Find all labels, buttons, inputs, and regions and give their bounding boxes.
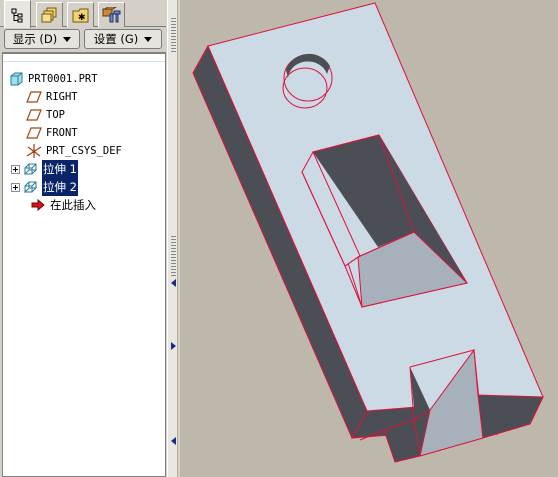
insert-here-arrow-icon bbox=[29, 197, 47, 213]
model-tree[interactable]: PRT0001.PRT RIGHT TOP FRONT PRT_CSYS_DEF… bbox=[2, 52, 166, 477]
model-viewport[interactable] bbox=[180, 0, 558, 477]
tree-item-csys[interactable]: PRT_CSYS_DEF bbox=[7, 142, 165, 160]
tree-header-divider bbox=[3, 61, 165, 62]
datum-plane-icon bbox=[25, 107, 43, 123]
favorites-icon: ✱ bbox=[72, 8, 88, 23]
chevron-down-icon bbox=[144, 36, 153, 42]
tab-folder-browser[interactable] bbox=[36, 2, 63, 27]
collapse-left-icon[interactable] bbox=[169, 436, 178, 445]
settings-menu-button[interactable]: 设置 (G) bbox=[84, 29, 162, 49]
expand-right-icon[interactable] bbox=[169, 341, 178, 350]
grip-dots-icon bbox=[171, 236, 176, 276]
model-tree-panel: ✱ 显示 (D) 设置 (G) PRT0001.PRT RIGHT TOP FR… bbox=[0, 0, 166, 477]
chevron-down-icon bbox=[63, 36, 72, 42]
datum-plane-icon bbox=[25, 89, 43, 105]
model-tree-icon bbox=[11, 8, 22, 22]
tree-item-label: 在此插入 bbox=[50, 198, 96, 212]
tree-item-label: 拉伸 1 bbox=[42, 160, 78, 178]
tree-root[interactable]: PRT0001.PRT bbox=[7, 70, 165, 88]
extrude-icon bbox=[22, 179, 40, 195]
tree-item-front[interactable]: FRONT bbox=[7, 124, 165, 142]
tree-item-right[interactable]: RIGHT bbox=[7, 88, 165, 106]
tree-item-label: PRT_CSYS_DEF bbox=[46, 145, 122, 157]
extrude-icon bbox=[22, 161, 40, 177]
show-menu-label: 显示 (D) bbox=[12, 32, 58, 46]
splitter-scrollbar[interactable] bbox=[167, 0, 178, 477]
collapse-left-icon[interactable] bbox=[169, 278, 178, 287]
coordinate-system-icon bbox=[25, 143, 43, 159]
tab-connections[interactable] bbox=[98, 2, 125, 27]
connections-icon bbox=[102, 7, 120, 23]
tree-item-label: RIGHT bbox=[46, 91, 78, 103]
svg-text:✱: ✱ bbox=[78, 13, 86, 23]
navigator-tab-strip: ✱ bbox=[0, 0, 166, 28]
tab-favorites[interactable]: ✱ bbox=[67, 2, 94, 27]
tree-item-label: TOP bbox=[46, 109, 65, 121]
tree-item-extrude-2[interactable]: 拉伸 2 bbox=[7, 178, 165, 196]
tree-item-label: 拉伸 2 bbox=[42, 178, 78, 196]
folder-browser-icon bbox=[41, 7, 56, 23]
tree-toolbar: 显示 (D) 设置 (G) bbox=[3, 29, 163, 49]
panel-splitter[interactable] bbox=[166, 0, 180, 477]
tree-item-top[interactable]: TOP bbox=[7, 106, 165, 124]
tree-item-insert-here[interactable]: 在此插入 bbox=[7, 196, 165, 214]
part-icon bbox=[7, 71, 25, 87]
datum-plane-icon bbox=[25, 125, 43, 141]
tree-item-extrude-1[interactable]: 拉伸 1 bbox=[7, 160, 165, 178]
tab-model-tree[interactable] bbox=[4, 0, 31, 28]
grip-dots-icon bbox=[171, 18, 176, 52]
tree-item-label: FRONT bbox=[46, 127, 78, 139]
part-model[interactable] bbox=[180, 0, 558, 477]
show-menu-button[interactable]: 显示 (D) bbox=[4, 29, 80, 49]
expand-icon[interactable] bbox=[11, 182, 20, 192]
settings-menu-label: 设置 (G) bbox=[93, 32, 139, 46]
tree-root-label: PRT0001.PRT bbox=[28, 73, 98, 85]
expand-icon[interactable] bbox=[11, 164, 20, 174]
